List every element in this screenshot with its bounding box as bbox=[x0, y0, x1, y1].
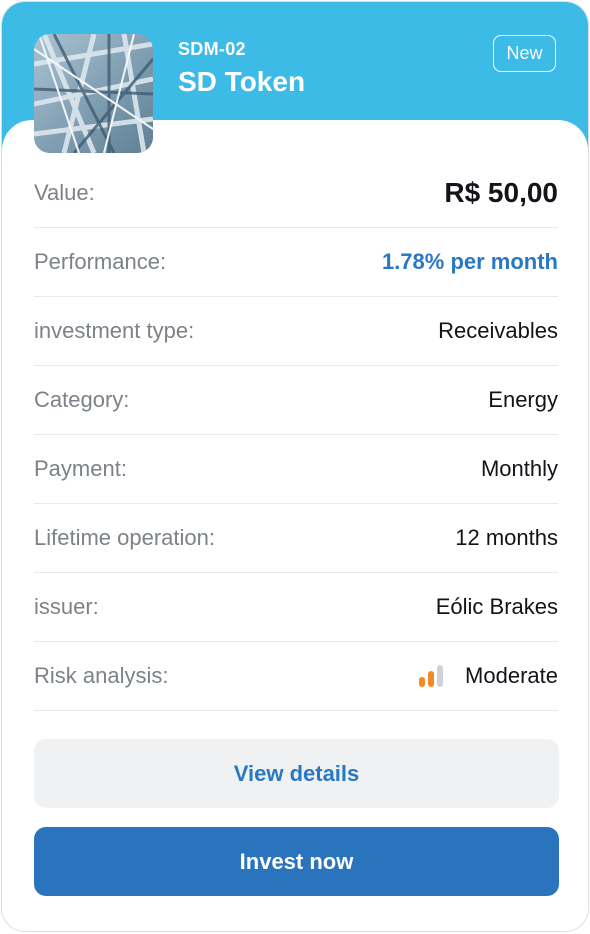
investment-card: SDM-02 SD Token New Value: R$ 50,00 Perf… bbox=[1, 1, 589, 932]
detail-label: Category: bbox=[34, 387, 130, 412]
detail-label: Performance: bbox=[34, 249, 167, 274]
token-thumbnail bbox=[34, 34, 153, 153]
detail-row-value: Value: R$ 50,00 bbox=[34, 159, 558, 228]
detail-row-payment: Payment: Monthly bbox=[34, 435, 558, 504]
detail-label: investment type: bbox=[34, 318, 195, 343]
detail-row-risk: Risk analysis: Moderate bbox=[34, 642, 558, 711]
detail-row-lifetime: Lifetime operation: 12 months bbox=[34, 504, 558, 573]
risk-value: Moderate bbox=[419, 663, 558, 689]
risk-label: Moderate bbox=[465, 663, 558, 688]
detail-row-issuer: issuer: Eólic Brakes bbox=[34, 573, 558, 642]
invest-now-button[interactable]: Invest now bbox=[34, 827, 559, 896]
signal-bars-icon bbox=[419, 665, 444, 687]
detail-label: Risk analysis: bbox=[34, 663, 169, 688]
detail-value: 1.78% per month bbox=[381, 249, 558, 274]
token-title: SD Token bbox=[178, 66, 306, 97]
detail-row-category: Category: Energy bbox=[34, 366, 558, 435]
detail-label: Value: bbox=[34, 180, 95, 205]
detail-value: Receivables bbox=[438, 318, 558, 343]
details-list: Value: R$ 50,00 Performance: 1.78% per m… bbox=[34, 159, 558, 711]
detail-label: Lifetime operation: bbox=[34, 525, 215, 550]
detail-label: Payment: bbox=[34, 456, 127, 481]
new-badge: New bbox=[493, 35, 556, 72]
token-code: SDM-02 bbox=[178, 39, 246, 59]
detail-value: 12 months bbox=[455, 525, 558, 550]
detail-value: Energy bbox=[488, 387, 558, 412]
detail-label: issuer: bbox=[34, 594, 99, 619]
detail-value: R$ 50,00 bbox=[444, 177, 558, 208]
detail-value: Monthly bbox=[480, 456, 558, 481]
detail-value: Eólic Brakes bbox=[435, 594, 558, 619]
detail-row-investment-type: investment type: Receivables bbox=[34, 297, 558, 366]
detail-row-performance: Performance: 1.78% per month bbox=[34, 228, 558, 297]
view-details-button[interactable]: View details bbox=[34, 739, 559, 808]
